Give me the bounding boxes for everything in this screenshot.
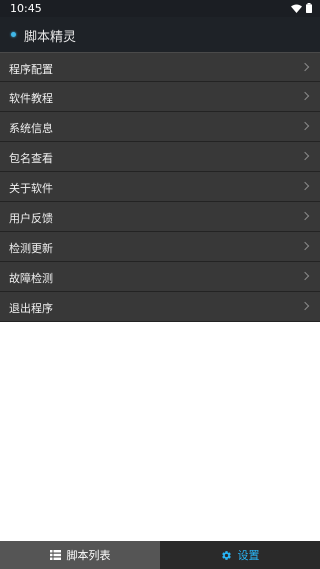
status-icons: [291, 3, 312, 13]
menu-item-label: 关于软件: [9, 182, 53, 195]
tab-label: 脚本列表: [66, 549, 111, 562]
menu-item-label: 故障检测: [9, 272, 53, 285]
tab-script-list[interactable]: 脚本列表: [0, 541, 160, 569]
menu-item-diagnostics[interactable]: 故障检测: [0, 262, 320, 292]
menu-item-label: 软件教程: [9, 92, 53, 105]
tab-label: 设置: [237, 549, 260, 562]
menu-item-check-update[interactable]: 检测更新: [0, 232, 320, 262]
menu-item-about[interactable]: 关于软件: [0, 172, 320, 202]
chevron-right-icon: [300, 301, 310, 311]
menu-item-label: 包名查看: [9, 152, 53, 165]
menu-item-system-info[interactable]: 系统信息: [0, 112, 320, 142]
app-title: 脚本精灵: [24, 30, 77, 45]
chevron-right-icon: [300, 151, 310, 161]
chevron-right-icon: [300, 121, 310, 131]
chevron-right-icon: [300, 62, 310, 72]
chevron-right-icon: [300, 271, 310, 281]
tab-settings[interactable]: 设置: [160, 541, 320, 569]
menu-item-program-config[interactable]: 程序配置: [0, 52, 320, 82]
chevron-right-icon: [300, 211, 310, 221]
header-indicator-dot: [11, 32, 16, 37]
chevron-right-icon: [300, 91, 310, 101]
battery-icon: [306, 3, 312, 13]
settings-menu: 程序配置 软件教程 系统信息 包名查看 关于软件 用户反馈 检测更新 故障检测 …: [0, 52, 320, 322]
status-bar: 10:45: [0, 0, 320, 17]
menu-item-label: 程序配置: [9, 63, 53, 76]
chevron-right-icon: [300, 181, 310, 191]
menu-item-label: 系统信息: [9, 122, 53, 135]
menu-item-package-viewer[interactable]: 包名查看: [0, 142, 320, 172]
gear-icon: [221, 550, 231, 560]
menu-item-tutorial[interactable]: 软件教程: [0, 82, 320, 112]
menu-item-label: 用户反馈: [9, 212, 53, 225]
chevron-right-icon: [300, 241, 310, 251]
menu-item-label: 检测更新: [9, 242, 53, 255]
bottom-nav: 脚本列表 设置: [0, 541, 320, 569]
menu-item-feedback[interactable]: 用户反馈: [0, 202, 320, 232]
list-icon: [49, 550, 61, 560]
menu-item-label: 退出程序: [9, 302, 53, 315]
menu-item-exit[interactable]: 退出程序: [0, 292, 320, 322]
app-header: 脚本精灵: [0, 17, 320, 52]
wifi-icon: [291, 4, 302, 13]
status-time: 10:45: [10, 2, 42, 15]
